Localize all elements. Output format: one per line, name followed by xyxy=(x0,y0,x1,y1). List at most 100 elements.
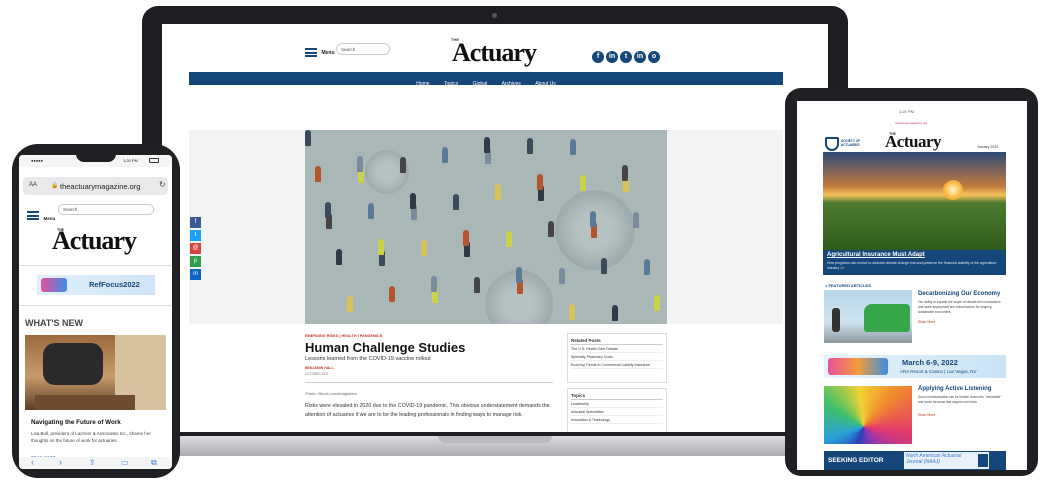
facebook-share-icon[interactable]: f xyxy=(190,217,201,228)
person-figure xyxy=(590,211,596,227)
journal-box: North American Actuarial Journal (NAAJ) xyxy=(904,452,989,469)
article-tags[interactable]: EMERGING RISKS | HEALTH | PANDEMICS xyxy=(305,334,382,338)
topics-box: Topics Leadership Actuarial Specialties … xyxy=(567,388,667,432)
person-figure xyxy=(516,267,522,283)
article-text: Our ability to expand the scope of clima… xyxy=(918,300,1001,314)
nav-home[interactable]: Home xyxy=(416,81,429,87)
site-logo[interactable]: Actuary xyxy=(52,226,137,256)
article-author[interactable]: BENJAMIN HALL xyxy=(305,366,334,370)
person-figure xyxy=(580,175,586,191)
related-item[interactable]: Evolving Trends in Commercial Liability … xyxy=(571,361,663,369)
event-banner[interactable]: March 6-9, 2022 ARA Resort & Casino | La… xyxy=(824,355,1006,378)
article-text: Good communication can be broken down in… xyxy=(918,395,1002,404)
person-figure xyxy=(569,304,575,320)
event-place: ARA Resort & Casino | Las Vegas, NV xyxy=(900,369,977,374)
social-links: f in t in o xyxy=(590,45,660,63)
article-body: Risks were elevated in 2020 due to the C… xyxy=(305,403,550,418)
person-figure xyxy=(347,296,353,312)
person-figure xyxy=(570,139,576,155)
linkedin-icon[interactable]: in xyxy=(634,51,646,63)
article-subtitle: Lessons learned from the COVID-19 vaccin… xyxy=(305,356,431,362)
refocus-banner[interactable]: RefFocus2022 xyxy=(37,275,155,295)
nav-about-us[interactable]: About Us xyxy=(535,81,556,87)
soa-shield-icon xyxy=(825,137,839,151)
nav-archives[interactable]: Archives xyxy=(502,81,521,87)
person-figure xyxy=(305,130,311,146)
person-figure xyxy=(315,166,321,182)
feature-title[interactable]: Agricultural Insurance Must Adapt xyxy=(827,252,925,258)
share-icon[interactable]: ⇪ xyxy=(89,458,96,467)
soa-label: SOCIETY OF ACTUARIES xyxy=(841,139,861,147)
journal-title: North American Actuarial Journal (NAAJ) xyxy=(906,453,962,465)
feature-caption[interactable]: Agricultural Insurance Must Adapt How pr… xyxy=(823,250,1006,275)
article-image[interactable] xyxy=(25,335,166,410)
person-figure xyxy=(559,268,565,284)
article-title[interactable]: Decarbonizing Our Economy xyxy=(918,291,1000,297)
email-share-icon[interactable]: @ xyxy=(190,243,201,254)
person-figure xyxy=(453,194,459,210)
back-icon[interactable]: ‹ xyxy=(31,457,34,467)
journal-cover-icon xyxy=(978,454,988,467)
person-figure xyxy=(368,203,374,219)
phone-notch xyxy=(76,154,116,162)
related-item[interactable]: The U.S. Health Care Debate xyxy=(571,345,663,353)
bookmarks-icon[interactable]: ▭ xyxy=(121,458,129,467)
article-title[interactable]: Navigating the Future of Work xyxy=(31,419,121,426)
top-link[interactable]: theactuarymagazine.org xyxy=(895,121,927,125)
site-logo[interactable]: Actuary xyxy=(885,132,941,152)
article-title[interactable]: Applying Active Listening xyxy=(918,386,991,392)
feature-image[interactable] xyxy=(823,152,1006,250)
event-graphic xyxy=(828,358,888,375)
featured-articles-label[interactable]: < FEATURED ARTICLES xyxy=(825,283,871,288)
facebook-icon[interactable]: f xyxy=(592,51,604,63)
menu-label: Menu xyxy=(321,49,335,56)
search-input[interactable]: Search xyxy=(336,43,390,55)
phone-screen: ●●●●● 1:20 PM AA 🔒 theactuarymagazine.or… xyxy=(19,155,172,469)
related-item[interactable]: Specialty Pharmacy Costs xyxy=(571,353,663,361)
twitter-icon[interactable]: t xyxy=(620,51,632,63)
person-figure xyxy=(389,286,395,302)
battery-icon xyxy=(149,158,159,163)
instagram-icon[interactable]: in xyxy=(606,51,618,63)
nav-topics[interactable]: Topics xyxy=(444,81,458,87)
signal-icon: ●●●●● xyxy=(31,158,44,163)
site-logo[interactable]: Actuary xyxy=(452,38,537,68)
print-share-icon[interactable]: p xyxy=(190,256,201,267)
read-more-link[interactable]: Read More xyxy=(918,320,935,324)
address-bar[interactable]: AA 🔒 theactuarymagazine.org ↻ xyxy=(23,177,168,195)
person-figure xyxy=(644,259,650,275)
topic-item[interactable]: Leadership xyxy=(571,400,663,408)
person-figure xyxy=(442,147,448,163)
person-figure xyxy=(601,258,607,274)
feature-text: How programs can evolve to address clima… xyxy=(827,261,997,270)
photo-credit: Photo: iStock.com/imaginima xyxy=(305,391,357,396)
seeking-editor-banner[interactable]: SEEKING EDITOR North American Actuarial … xyxy=(824,451,1006,470)
sun-shape xyxy=(943,180,963,200)
listening-image[interactable] xyxy=(824,386,912,444)
menu-button[interactable]: Menu xyxy=(305,44,335,62)
person-figure xyxy=(431,276,437,292)
laptop-notch xyxy=(438,436,552,443)
reload-icon[interactable]: ↻ xyxy=(159,180,166,189)
tabs-icon[interactable]: ⧉ xyxy=(151,458,157,468)
floor-shape xyxy=(35,395,135,410)
person-shape xyxy=(832,308,840,332)
person-figure xyxy=(357,156,363,172)
menu-button[interactable]: Menu xyxy=(27,207,55,225)
search-input[interactable]: Search xyxy=(58,204,154,215)
text-size-button[interactable]: AA xyxy=(29,182,37,188)
bus-image[interactable] xyxy=(824,290,912,343)
topic-item[interactable]: Innovation & Technology xyxy=(571,416,663,424)
nav-global[interactable]: Global xyxy=(473,81,487,87)
person-figure xyxy=(527,138,533,154)
rss-icon[interactable]: o xyxy=(648,51,660,63)
person-figure xyxy=(474,277,480,293)
forward-icon[interactable]: › xyxy=(59,457,62,467)
linkedin-share-icon[interactable]: in xyxy=(190,269,201,280)
search-label: Search xyxy=(63,207,78,212)
topic-item[interactable]: Actuarial Specialties xyxy=(571,408,663,416)
article-text: Lisa Bull, president of Lachner & Associ… xyxy=(31,431,151,443)
twitter-share-icon[interactable]: t xyxy=(190,230,201,241)
read-more-link[interactable]: Read More xyxy=(918,413,935,417)
laptop-camera xyxy=(492,13,497,18)
